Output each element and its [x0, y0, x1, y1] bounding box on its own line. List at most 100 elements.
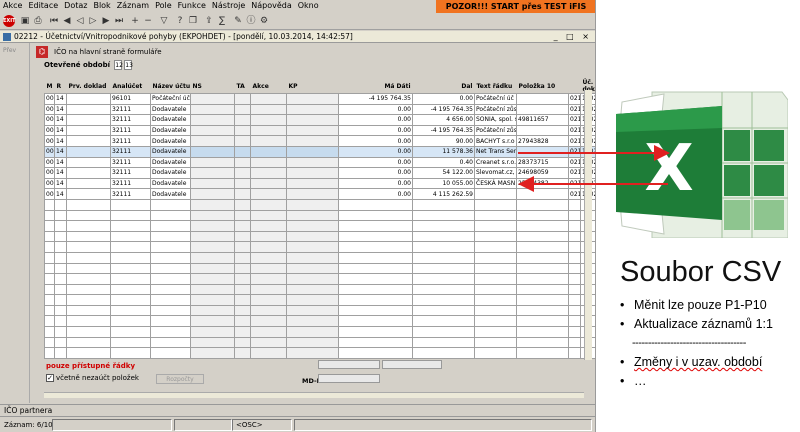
table-cell[interactable]	[286, 124, 339, 137]
table-cell[interactable]	[250, 177, 287, 190]
table-cell[interactable]	[54, 336, 67, 349]
table-cell[interactable]: -4 195 764.35	[412, 124, 475, 137]
table-cell[interactable]: 0.00	[338, 124, 413, 137]
query-icon[interactable]: ?	[174, 15, 186, 27]
table-cell[interactable]	[150, 273, 191, 285]
settings-icon[interactable]: ⚙	[258, 15, 270, 27]
table-cell[interactable]	[516, 262, 569, 275]
table-cell[interactable]: 32111	[110, 167, 151, 179]
table-cell[interactable]	[568, 230, 581, 243]
table-cell[interactable]	[412, 283, 475, 296]
table-cell[interactable]: 11 578.36	[412, 145, 475, 158]
table-cell[interactable]	[44, 262, 55, 275]
table-cell[interactable]	[44, 326, 55, 338]
table-cell[interactable]	[110, 251, 151, 264]
table-cell[interactable]	[474, 198, 517, 211]
table-cell[interactable]	[412, 326, 475, 338]
table-cell[interactable]: 28373715	[516, 156, 569, 169]
table-cell[interactable]: 00	[44, 156, 55, 169]
table-cell[interactable]	[66, 326, 111, 338]
table-cell[interactable]: 0.40	[412, 156, 475, 169]
table-cell[interactable]	[234, 336, 251, 349]
table-cell[interactable]	[516, 145, 569, 158]
table-cell[interactable]	[150, 326, 191, 338]
table-cell[interactable]	[110, 241, 151, 253]
table-cell[interactable]: 0.00	[338, 135, 413, 147]
table-cell[interactable]	[190, 177, 235, 190]
table-cell[interactable]	[110, 336, 151, 349]
table-cell[interactable]	[250, 93, 287, 105]
table-cell[interactable]	[516, 230, 569, 243]
table-cell[interactable]	[150, 347, 191, 359]
table-cell[interactable]	[286, 262, 339, 275]
rozpocty-button[interactable]: Rozpočty	[156, 374, 204, 384]
table-cell[interactable]: 021	[568, 177, 581, 190]
table-cell[interactable]	[190, 230, 235, 243]
table-cell[interactable]	[54, 326, 67, 338]
table-cell[interactable]	[474, 294, 517, 306]
table-cell[interactable]: Počáteční úč	[150, 93, 191, 105]
table-row[interactable]	[44, 315, 595, 328]
table-cell[interactable]	[338, 315, 413, 328]
table-cell[interactable]	[234, 315, 251, 328]
help-icon[interactable]: ⓘ	[245, 15, 257, 27]
table-cell[interactable]: 24698059	[516, 167, 569, 179]
table-cell[interactable]	[250, 230, 287, 243]
filter-icon[interactable]: ▽	[158, 15, 170, 27]
insert-record-icon[interactable]: +	[129, 15, 141, 27]
table-cell[interactable]	[474, 188, 517, 200]
table-cell[interactable]	[66, 273, 111, 285]
table-cell[interactable]	[234, 230, 251, 243]
table-cell[interactable]	[234, 145, 251, 158]
table-cell[interactable]	[412, 209, 475, 222]
table-cell[interactable]	[150, 198, 191, 211]
unposted-checkbox-row[interactable]: ✓ včetně nezaúčt položek	[46, 374, 139, 383]
table-cell[interactable]	[150, 304, 191, 317]
table-cell[interactable]	[568, 198, 581, 211]
table-cell[interactable]: 021	[568, 124, 581, 137]
table-cell[interactable]	[110, 294, 151, 306]
table-cell[interactable]	[516, 241, 569, 253]
table-cell[interactable]	[66, 315, 111, 328]
menu-pole[interactable]: Pole	[152, 0, 175, 12]
table-cell[interactable]: Slevomat.cz,	[474, 167, 517, 179]
table-cell[interactable]	[234, 241, 251, 253]
table-cell[interactable]: 0.00	[338, 167, 413, 179]
table-cell[interactable]	[190, 304, 235, 317]
table-cell[interactable]	[66, 135, 111, 147]
table-cell[interactable]	[516, 124, 569, 137]
calc-icon[interactable]: ∑	[216, 15, 228, 27]
table-cell[interactable]	[412, 304, 475, 317]
next-record-icon[interactable]: ▷	[87, 15, 99, 27]
table-cell[interactable]	[54, 220, 67, 232]
table-cell[interactable]	[66, 188, 111, 200]
table-cell[interactable]	[190, 114, 235, 126]
table-cell[interactable]	[412, 294, 475, 306]
table-row[interactable]	[44, 347, 595, 359]
table-cell[interactable]: 021	[568, 145, 581, 158]
table-cell[interactable]: Dodavatele	[150, 135, 191, 147]
save-icon[interactable]: ▣	[19, 15, 31, 27]
table-cell[interactable]	[54, 273, 67, 285]
table-cell[interactable]	[66, 241, 111, 253]
table-cell[interactable]	[234, 93, 251, 105]
table-cell[interactable]	[516, 347, 569, 359]
table-cell[interactable]: 021	[568, 188, 581, 200]
table-cell[interactable]	[234, 326, 251, 338]
table-cell[interactable]: 021	[568, 156, 581, 169]
table-cell[interactable]: 14	[54, 135, 67, 147]
table-cell[interactable]	[412, 336, 475, 349]
export-icon[interactable]: ⇪	[203, 15, 215, 27]
table-cell[interactable]	[110, 347, 151, 359]
table-cell[interactable]	[286, 103, 339, 116]
table-cell[interactable]	[338, 241, 413, 253]
table-row[interactable]	[44, 209, 595, 222]
table-cell[interactable]	[516, 198, 569, 211]
table-cell[interactable]	[568, 209, 581, 222]
table-cell[interactable]	[568, 315, 581, 328]
table-cell[interactable]	[412, 315, 475, 328]
table-cell[interactable]: 0.00	[338, 177, 413, 190]
table-cell[interactable]	[516, 251, 569, 264]
table-cell[interactable]	[516, 304, 569, 317]
table-row[interactable]	[44, 230, 595, 243]
